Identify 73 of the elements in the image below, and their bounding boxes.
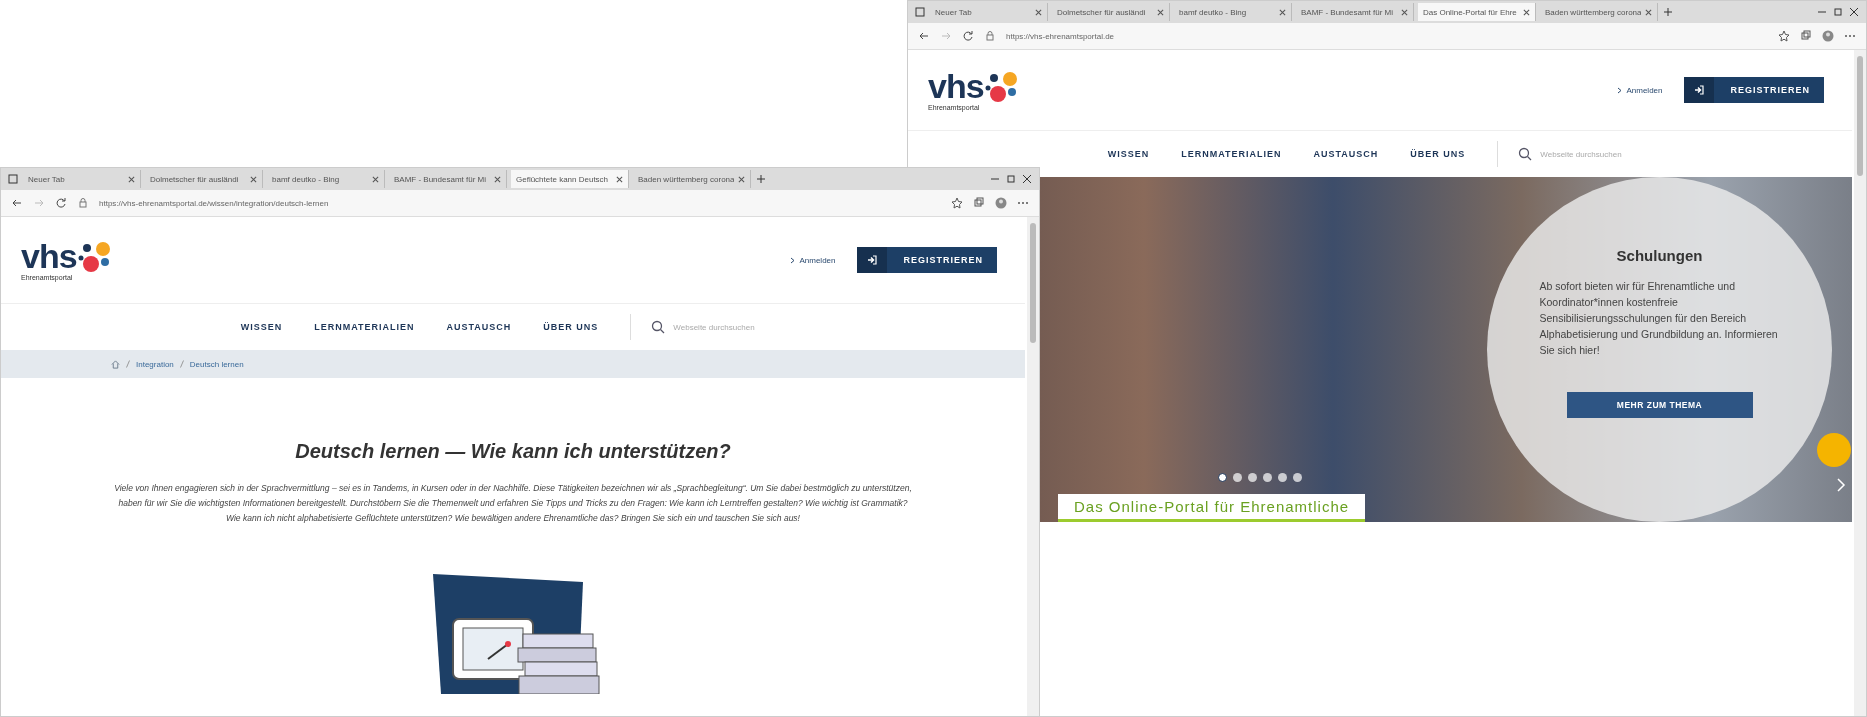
close-icon[interactable]	[250, 175, 257, 183]
register-button[interactable]: REGISTRIEREN	[857, 247, 997, 273]
carousel-dot[interactable]	[1233, 473, 1242, 482]
collections-icon[interactable]	[1800, 30, 1812, 42]
breadcrumb-link[interactable]: Deutsch lernen	[189, 359, 244, 369]
login-link[interactable]: Anmelden	[1626, 85, 1663, 95]
login-link[interactable]: Anmelden	[799, 255, 836, 265]
circle-icon	[1816, 432, 1852, 468]
close-icon[interactable]	[616, 175, 623, 183]
search-field[interactable]: Webseite durchsuchen	[1538, 148, 1653, 160]
back-arrow-icon[interactable]	[11, 197, 23, 209]
teaser-title: Schulungen	[1616, 247, 1703, 264]
chevron-icon	[1617, 86, 1623, 94]
more-button[interactable]: MEHR ZUM THEMA	[1566, 392, 1753, 418]
tab-actions-icon[interactable]	[7, 173, 19, 185]
lock-icon	[77, 197, 89, 209]
close-icon[interactable]	[128, 175, 135, 183]
logo-text[interactable]: vhs	[21, 239, 77, 272]
breadcrumb-link[interactable]: Integration	[136, 359, 174, 369]
search-field[interactable]: Webseite durchsuchen	[671, 321, 786, 333]
tab-actions-icon[interactable]	[914, 6, 926, 18]
close-icon[interactable]	[1279, 8, 1286, 16]
nav-link[interactable]: LERNMATERIALIEN	[314, 322, 415, 332]
carousel-dot[interactable]	[1248, 473, 1257, 482]
nav-link[interactable]: AUSTAUSCH	[1313, 149, 1379, 159]
nav-link[interactable]: ÜBER UNS	[543, 322, 599, 332]
sign-in-icon	[1694, 85, 1705, 95]
chevron-icon	[790, 256, 796, 264]
intro-paragraph: Viele von Ihnen engagieren sich in der Sprachvermittlung – sei es in Tandems, in Kursen oder in der Nachhilfe. Diese Tätigkeiten bezeichnen wir als „Sprachbegleitung“. Um Sie dabei bestmöglich zu unterstützen, haben für wir Sie die wichtigsten Informationen bereitgestellt. Durchstöbern Sie die Themenwelt und erfahren Sie Tipps und Tricks zu den Fragen: Wie kann ich Lerntreffen gestalten? Wie wichtig ist Grammatik? Wie kann ich nicht alphabetisierte Geflüchtete unterstützen? Wie bewältigen andere Ehrenamtliche das? Bringen Sie sich ein und tauschen Sie sich aus!	[113, 482, 913, 525]
search-icon	[1518, 147, 1533, 161]
nav-link[interactable]: LERNMATERIALIEN	[1181, 149, 1282, 159]
page-heading: Deutsch lernen — Wie kann ich unterstützen?	[295, 440, 731, 463]
close-icon[interactable]	[1157, 8, 1164, 16]
carousel-dot[interactable]	[1218, 473, 1227, 482]
browser-tab[interactable]: Das Online-Portal für Ehre	[1418, 3, 1536, 21]
close-icon[interactable]	[1401, 8, 1408, 16]
close-icon[interactable]	[1523, 8, 1530, 16]
browser-tab[interactable]: Geflüchtete kann Deutsch	[511, 170, 629, 188]
carousel-dot[interactable]	[1278, 473, 1287, 482]
separator-icon	[126, 360, 130, 368]
reload-icon[interactable]	[55, 197, 67, 209]
nav-link[interactable]: AUSTAUSCH	[446, 322, 512, 332]
star-icon[interactable]	[951, 197, 963, 209]
close-icon[interactable]	[494, 175, 501, 183]
carousel-dot[interactable]	[1263, 473, 1272, 482]
carousel-dot[interactable]	[1293, 473, 1302, 482]
close-icon[interactable]	[1021, 173, 1033, 185]
close-icon[interactable]	[738, 175, 745, 183]
new-tab-icon[interactable]	[1662, 6, 1674, 18]
restore-icon[interactable]	[1832, 6, 1844, 18]
sign-in-icon	[867, 255, 878, 265]
collections-icon[interactable]	[973, 197, 985, 209]
logo-text[interactable]: vhs	[928, 69, 984, 102]
close-icon[interactable]	[1645, 8, 1652, 16]
nav-link[interactable]: WISSEN	[240, 322, 283, 332]
lock-icon	[984, 30, 996, 42]
close-icon[interactable]	[1848, 6, 1860, 18]
register-button[interactable]: REGISTRIEREN	[1684, 77, 1824, 103]
profile-icon[interactable]	[995, 197, 1007, 209]
teaser-text: Ab sofort bieten wir für Ehrenamtliche und Koordinator*innen kostenfreie Sensibilisierungsschulungen für den Bereich Alphabetisierung und Grundbildung an. Informieren Sie sich hier!	[1539, 279, 1779, 358]
nav-link[interactable]: ÜBER UNS	[1410, 149, 1466, 159]
star-icon[interactable]	[1778, 30, 1790, 42]
new-tab-icon[interactable]	[755, 173, 767, 185]
back-arrow-icon[interactable]	[918, 30, 930, 42]
nav-link[interactable]: WISSEN	[1107, 149, 1150, 159]
close-icon[interactable]	[1035, 8, 1042, 16]
hero-caption: Das Online-Portal für Ehrenamtliche	[1058, 494, 1366, 522]
profile-icon[interactable]	[1822, 30, 1834, 42]
restore-icon[interactable]	[1005, 173, 1017, 185]
close-icon[interactable]	[372, 175, 379, 183]
separator-icon	[179, 360, 184, 368]
reload-icon[interactable]	[962, 30, 974, 42]
search-icon	[651, 320, 666, 334]
